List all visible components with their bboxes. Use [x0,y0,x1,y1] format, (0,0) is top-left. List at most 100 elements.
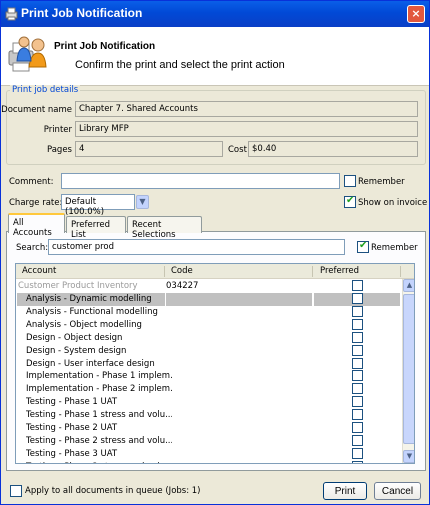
tab-recent-selections[interactable]: Recent Selections [127,216,202,240]
account-name: Testing - Phase 3 UAT [26,448,118,459]
account-name: Analysis - Functional modelling [26,306,158,317]
column-divider [312,266,313,277]
account-name: Testing - Phase 3 stress and volu... [26,462,172,463]
print-job-details-label: Print job details [10,85,81,95]
preferred-checkbox[interactable] [352,434,363,446]
printer-field: Library MFP [75,121,418,137]
close-button[interactable]: × [407,5,425,23]
printer-icon [5,7,18,21]
preferred-checkbox[interactable] [352,447,363,459]
scroll-up-button[interactable]: ▲ [403,279,414,292]
table-row[interactable]: Analysis - Dynamic modelling [16,293,401,306]
account-name: Design - System design [26,345,127,356]
account-name: Testing - Phase 1 UAT [26,397,118,408]
chevron-down-icon: ▼ [406,452,413,460]
preferred-checkbox[interactable] [352,357,363,369]
account-name: Implementation - Phase 1 implem... [26,371,172,382]
close-icon: × [411,7,421,20]
pages-label: Pages [46,145,72,155]
preferred-checkbox[interactable] [352,370,363,382]
column-preferred[interactable]: Preferred [320,266,359,276]
column-divider [164,266,165,277]
search-label: Search: [16,243,49,253]
preferred-checkbox[interactable] [352,409,363,421]
cost-field: $0.40 [248,141,418,157]
preferred-checkbox[interactable] [352,305,363,317]
search-remember-label: Remember [371,243,418,253]
table-row[interactable]: Testing - Phase 2 stress and volu... [16,434,401,448]
header-banner: Print Job Notification Confirm the print… [1,27,429,86]
show-on-invoice-checkbox[interactable] [344,195,356,208]
table-header: Account Code Preferred [16,264,414,279]
print-button[interactable]: Print [323,482,367,500]
table-row[interactable]: Implementation - Phase 1 implem... [16,370,401,383]
cancel-button[interactable]: Cancel [374,482,421,500]
preferred-checkbox[interactable] [352,460,363,463]
row-highlight [166,293,312,306]
tab-all-accounts[interactable]: All Accounts [8,213,65,238]
column-code[interactable]: Code [171,266,193,276]
tab-preferred-list[interactable]: Preferred List [66,216,126,240]
preferred-checkbox[interactable] [352,293,363,304]
print-job-notification-window: Print Job Notification × Print Job Notif… [0,0,430,505]
table-row[interactable]: Implementation - Phase 2 implem... [16,383,401,396]
table-row[interactable]: Design - User interface design [16,357,401,371]
preferred-checkbox[interactable] [352,331,363,343]
show-on-invoice-label: Show on invoice [358,198,428,208]
table-row-parent[interactable]: Customer Product Inventory 034227 [16,280,401,293]
comment-input[interactable] [61,173,340,189]
print-user-icon [8,36,47,72]
table-row[interactable]: Design - Object design [16,331,401,345]
accounts-table: Account Code Preferred Customer Product … [15,263,415,464]
scroll-thumb[interactable] [403,294,414,444]
account-name: Analysis - Dynamic modelling [26,294,152,304]
account-name: Design - Object design [26,332,123,343]
charge-rate-value: Default (100.0%) [65,197,105,217]
search-remember-checkbox[interactable] [357,240,369,253]
printer-label: Printer [43,125,72,135]
account-name: Implementation - Phase 2 implem... [26,384,172,395]
parent-account-name: Customer Product Inventory [18,281,138,291]
table-row[interactable]: Analysis - Functional modelling [16,305,401,319]
preferred-checkbox[interactable] [352,280,363,291]
table-row[interactable]: Testing - Phase 1 stress and volu... [16,409,401,422]
preferred-checkbox[interactable] [352,318,363,330]
table-row[interactable]: Testing - Phase 1 UAT [16,396,401,409]
preferred-checkbox[interactable] [352,396,363,408]
account-name: Testing - Phase 2 UAT [26,423,118,433]
chevron-up-icon: ▲ [406,281,413,289]
document-name-field: Chapter 7. Shared Accounts [75,101,418,117]
search-input[interactable]: customer prod [48,239,345,255]
apply-to-all-label: Apply to all documents in queue (Jobs: 1… [25,486,201,496]
preferred-checkbox[interactable] [352,383,363,395]
cost-label: Cost [228,145,247,155]
pages-field: 4 [75,141,223,157]
account-name: Testing - Phase 2 stress and volu... [26,435,172,446]
table-row[interactable]: Testing - Phase 3 stress and volu... [16,460,401,463]
comment-label: Comment: [9,177,54,187]
comment-remember-checkbox[interactable] [344,175,356,187]
title-bar[interactable]: Print Job Notification × [1,1,429,27]
chevron-down-icon: ▼ [139,197,146,206]
comment-remember-label: Remember [358,177,405,187]
header-subtitle: Confirm the print and select the print a… [75,59,285,71]
document-name-label: Document name [1,105,72,115]
table-row[interactable]: Design - System design [16,344,401,358]
preferred-checkbox[interactable] [352,344,363,356]
table-row[interactable]: Testing - Phase 3 UAT [16,447,401,461]
vertical-scrollbar[interactable]: ▲ ▼ [402,279,414,463]
column-account[interactable]: Account [22,266,56,276]
column-divider [400,266,401,277]
account-name: Analysis - Object modelling [26,319,142,330]
window-title: Print Job Notification [21,6,143,20]
header-title: Print Job Notification [54,41,156,52]
scroll-down-button[interactable]: ▼ [403,450,414,463]
account-name: Testing - Phase 1 stress and volu... [26,410,172,421]
apply-to-all-checkbox[interactable] [10,485,22,497]
account-name: Design - User interface design [26,358,155,369]
charge-rate-select[interactable]: Default (100.0%) [61,194,135,217]
table-row[interactable]: Analysis - Object modelling [16,318,401,332]
preferred-checkbox[interactable] [352,422,363,433]
charge-rate-dropdown-button[interactable]: ▼ [136,195,149,209]
table-row[interactable]: Testing - Phase 2 UAT [16,422,401,435]
